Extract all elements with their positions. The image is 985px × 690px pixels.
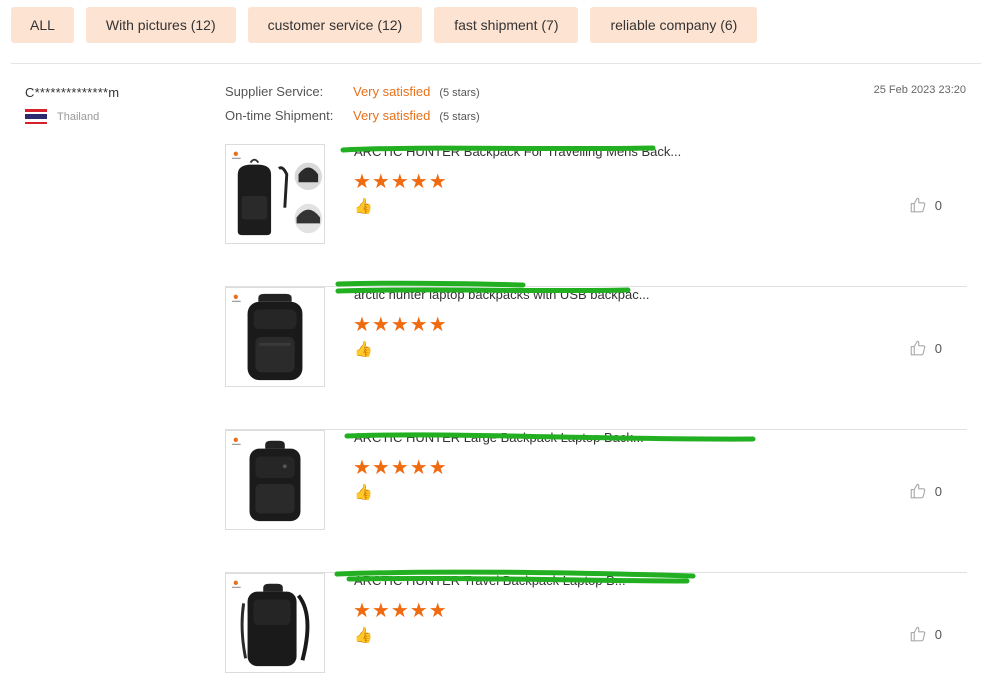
- reviewed-product: ARCTIC HUNTER Large Backpack Laptop Back…: [225, 430, 967, 573]
- review-date: 25 Feb 2023 23:20: [873, 84, 966, 96]
- reviewer-country: Thailand: [25, 109, 119, 124]
- thumbs-up-outline-icon: [910, 626, 926, 642]
- product-title[interactable]: ARCTIC HUNTER Large Backpack Laptop Back…: [354, 430, 694, 445]
- filter-with-pictures[interactable]: With pictures (12): [85, 7, 236, 43]
- product-image[interactable]: [225, 287, 325, 387]
- star-rating: ★★★★★: [353, 457, 448, 479]
- like-count: 0: [934, 340, 942, 356]
- filter-divider: [11, 63, 981, 64]
- star-rating: ★★★★★: [353, 171, 448, 193]
- like-count: 0: [934, 197, 942, 213]
- product-title[interactable]: ARCTIC HUNTER Backpack For Travelling Me…: [354, 144, 694, 159]
- rating-label: Supplier Service:: [225, 84, 324, 99]
- product-image[interactable]: [225, 573, 325, 673]
- rating-label: On-time Shipment:: [225, 108, 334, 123]
- reviewed-product: arctic hunter laptop backpacks with USB …: [225, 280, 967, 430]
- supplier-ratings: Supplier Service: Very satisfied (5 star…: [225, 84, 480, 132]
- thumbs-up-outline-icon: [910, 197, 926, 213]
- rating-stars-text: (5 stars): [439, 87, 480, 99]
- reviewer-name: C**************m: [25, 85, 120, 100]
- filter-fast-shipment[interactable]: fast shipment (7): [434, 7, 579, 43]
- filter-customer-service[interactable]: customer service (12): [247, 7, 423, 43]
- star-rating: ★★★★★: [353, 314, 448, 336]
- rating-on-time-shipment: On-time Shipment: Very satisfied (5 star…: [225, 108, 480, 132]
- reviewed-product: ARCTIC HUNTER Travel Backpack Laptop B..…: [225, 569, 967, 690]
- product-image[interactable]: [225, 430, 325, 530]
- thailand-flag-icon: [25, 109, 47, 124]
- rating-value: Very satisfied: [353, 108, 431, 123]
- thumbs-up-emoji-icon: 👍: [354, 484, 373, 501]
- review-filter-bar: ALL With pictures (12) customer service …: [11, 7, 758, 43]
- thumbs-up-emoji-icon: 👍: [354, 198, 373, 215]
- thumbs-up-outline-icon: [910, 340, 926, 356]
- thumbs-up-outline-icon: [910, 483, 926, 499]
- product-title[interactable]: arctic hunter laptop backpacks with USB …: [354, 287, 694, 302]
- helpful-like-button[interactable]: 0: [909, 625, 942, 643]
- rating-stars-text: (5 stars): [439, 111, 480, 123]
- filter-all[interactable]: ALL: [11, 7, 74, 43]
- like-count: 0: [934, 483, 942, 499]
- helpful-like-button[interactable]: 0: [909, 482, 942, 500]
- country-name: Thailand: [57, 110, 100, 123]
- thumbs-up-emoji-icon: 👍: [354, 627, 373, 644]
- like-count: 0: [934, 626, 942, 642]
- rating-supplier-service: Supplier Service: Very satisfied (5 star…: [225, 84, 480, 108]
- reviewed-product: ARCTIC HUNTER Backpack For Travelling Me…: [225, 144, 967, 287]
- product-image[interactable]: [225, 144, 325, 244]
- star-rating: ★★★★★: [353, 600, 448, 622]
- rating-value: Very satisfied: [353, 84, 431, 99]
- product-title[interactable]: ARCTIC HUNTER Travel Backpack Laptop B..…: [354, 573, 694, 588]
- reviewer-info: C**************m Thailand: [25, 85, 119, 124]
- filter-reliable-company[interactable]: reliable company (6): [590, 7, 758, 43]
- thumbs-up-emoji-icon: 👍: [354, 341, 373, 358]
- helpful-like-button[interactable]: 0: [909, 196, 942, 214]
- helpful-like-button[interactable]: 0: [909, 339, 942, 357]
